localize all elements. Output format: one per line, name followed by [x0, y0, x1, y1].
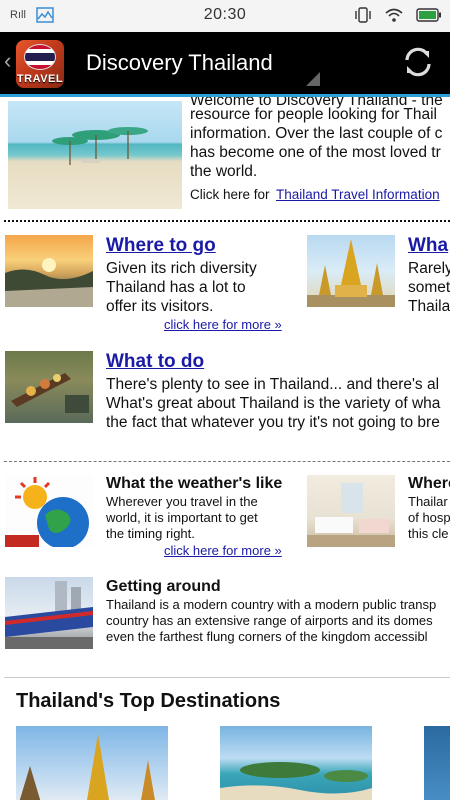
getting-around-line-3: even the farthest flung corners of the k… [106, 629, 428, 644]
where-to-go-line-1: Given its rich diversity [106, 260, 257, 277]
what-line-3: Thaila [408, 298, 450, 315]
weather-more-link[interactable]: click here for more » [164, 543, 282, 558]
golden-temple-icon [307, 239, 395, 307]
where-to-go-heading[interactable]: Where to go [106, 235, 216, 257]
app-logo-icon[interactable]: TRAVEL [16, 40, 64, 88]
intro-line-4: has become one of the most loved tr [190, 144, 441, 161]
weather-heading[interactable]: What the weather's like [106, 475, 282, 493]
temple-image[interactable] [307, 235, 395, 307]
destination-card-temple[interactable] [16, 726, 168, 800]
island-icon [220, 762, 372, 800]
intro-click-prefix: Click here for [190, 187, 270, 202]
app-title: Discovery Thailand [86, 50, 273, 75]
getting-around-line-2: country has an extensive range of airpor… [106, 613, 433, 628]
sunset-beach-icon [5, 258, 93, 307]
top-destinations-heading: Thailand's Top Destinations [16, 690, 281, 712]
what-line-1: Rarely [408, 260, 450, 277]
intro-line-3: information. Over the last couple of c [190, 125, 443, 142]
section-divider [4, 677, 450, 678]
battery-icon [416, 8, 441, 22]
action-bar: ‹ TRAVEL Discovery Thailand [0, 32, 450, 94]
destination-card-clipped[interactable] [424, 726, 450, 800]
refresh-icon[interactable] [398, 42, 438, 82]
where-line-2: of hosp [408, 510, 450, 525]
thailand-travel-info-link[interactable]: Thailand Travel Information [276, 187, 440, 202]
train-icon [5, 581, 93, 649]
weather-globe-icon [5, 477, 89, 547]
overflow-indicator-icon [306, 72, 320, 86]
boat-market-icon [11, 373, 89, 413]
where-to-go-image[interactable] [5, 235, 93, 307]
back-chevron-icon[interactable]: ‹ [4, 50, 11, 72]
weather-line-2: world, it is important to get [106, 510, 258, 525]
what-to-do-line-3: the fact that whatever you try it's not … [106, 414, 440, 431]
destination-card-island[interactable] [220, 726, 372, 800]
intro-line-5: the world. [190, 163, 258, 180]
what-line-2: somet [408, 279, 450, 296]
where-to-go-line-2: Thailand has a lot to [106, 279, 246, 296]
app-logo-text: TRAVEL [16, 73, 64, 85]
what-to-do-line-1: There's plenty to see in Thailand... and… [106, 376, 440, 393]
weather-line-3: the timing right. [106, 526, 195, 541]
what-to-do-heading[interactable]: What to do [106, 351, 204, 373]
getting-around-heading[interactable]: Getting around [106, 578, 221, 596]
weather-line-1: Wherever you travel in the [106, 494, 258, 509]
temple-spire-icon [19, 734, 155, 800]
weather-image[interactable] [5, 475, 93, 547]
beach-umbrellas-icon [52, 127, 148, 165]
main-content[interactable]: Welcome to Discovery Thailand - the reso… [0, 97, 450, 800]
where-heading-clipped[interactable]: Where [408, 475, 450, 493]
where-line-1: Thailar [408, 494, 448, 509]
getting-around-line-1: Thailand is a modern country with a mode… [106, 597, 437, 612]
beach-image [8, 101, 182, 209]
section-divider [4, 220, 450, 222]
vibrate-icon [355, 7, 371, 23]
where-to-go-more-link[interactable]: click here for more » [164, 317, 282, 332]
status-bar: Rıll 20:30 [0, 0, 450, 32]
where-to-go-line-3: offer its visitors. [106, 298, 214, 315]
app-screen: Rıll 20:30 ‹ TRAVEL Discovery Thailand W… [0, 0, 450, 800]
intro-line-2: resource for people looking for Thail [190, 106, 437, 123]
wifi-icon [385, 8, 403, 22]
skytrain-image[interactable] [5, 577, 93, 649]
section-divider [4, 461, 450, 462]
hotel-bed-icon [307, 483, 395, 547]
floating-market-image[interactable] [5, 351, 93, 423]
hotel-room-image[interactable] [307, 475, 395, 547]
thailand-flag-icon [24, 44, 56, 70]
what-heading-clipped[interactable]: Wha [408, 235, 448, 257]
what-to-do-line-2: What's great about Thailand is the varie… [106, 395, 441, 412]
where-line-3: this cle [408, 526, 449, 541]
